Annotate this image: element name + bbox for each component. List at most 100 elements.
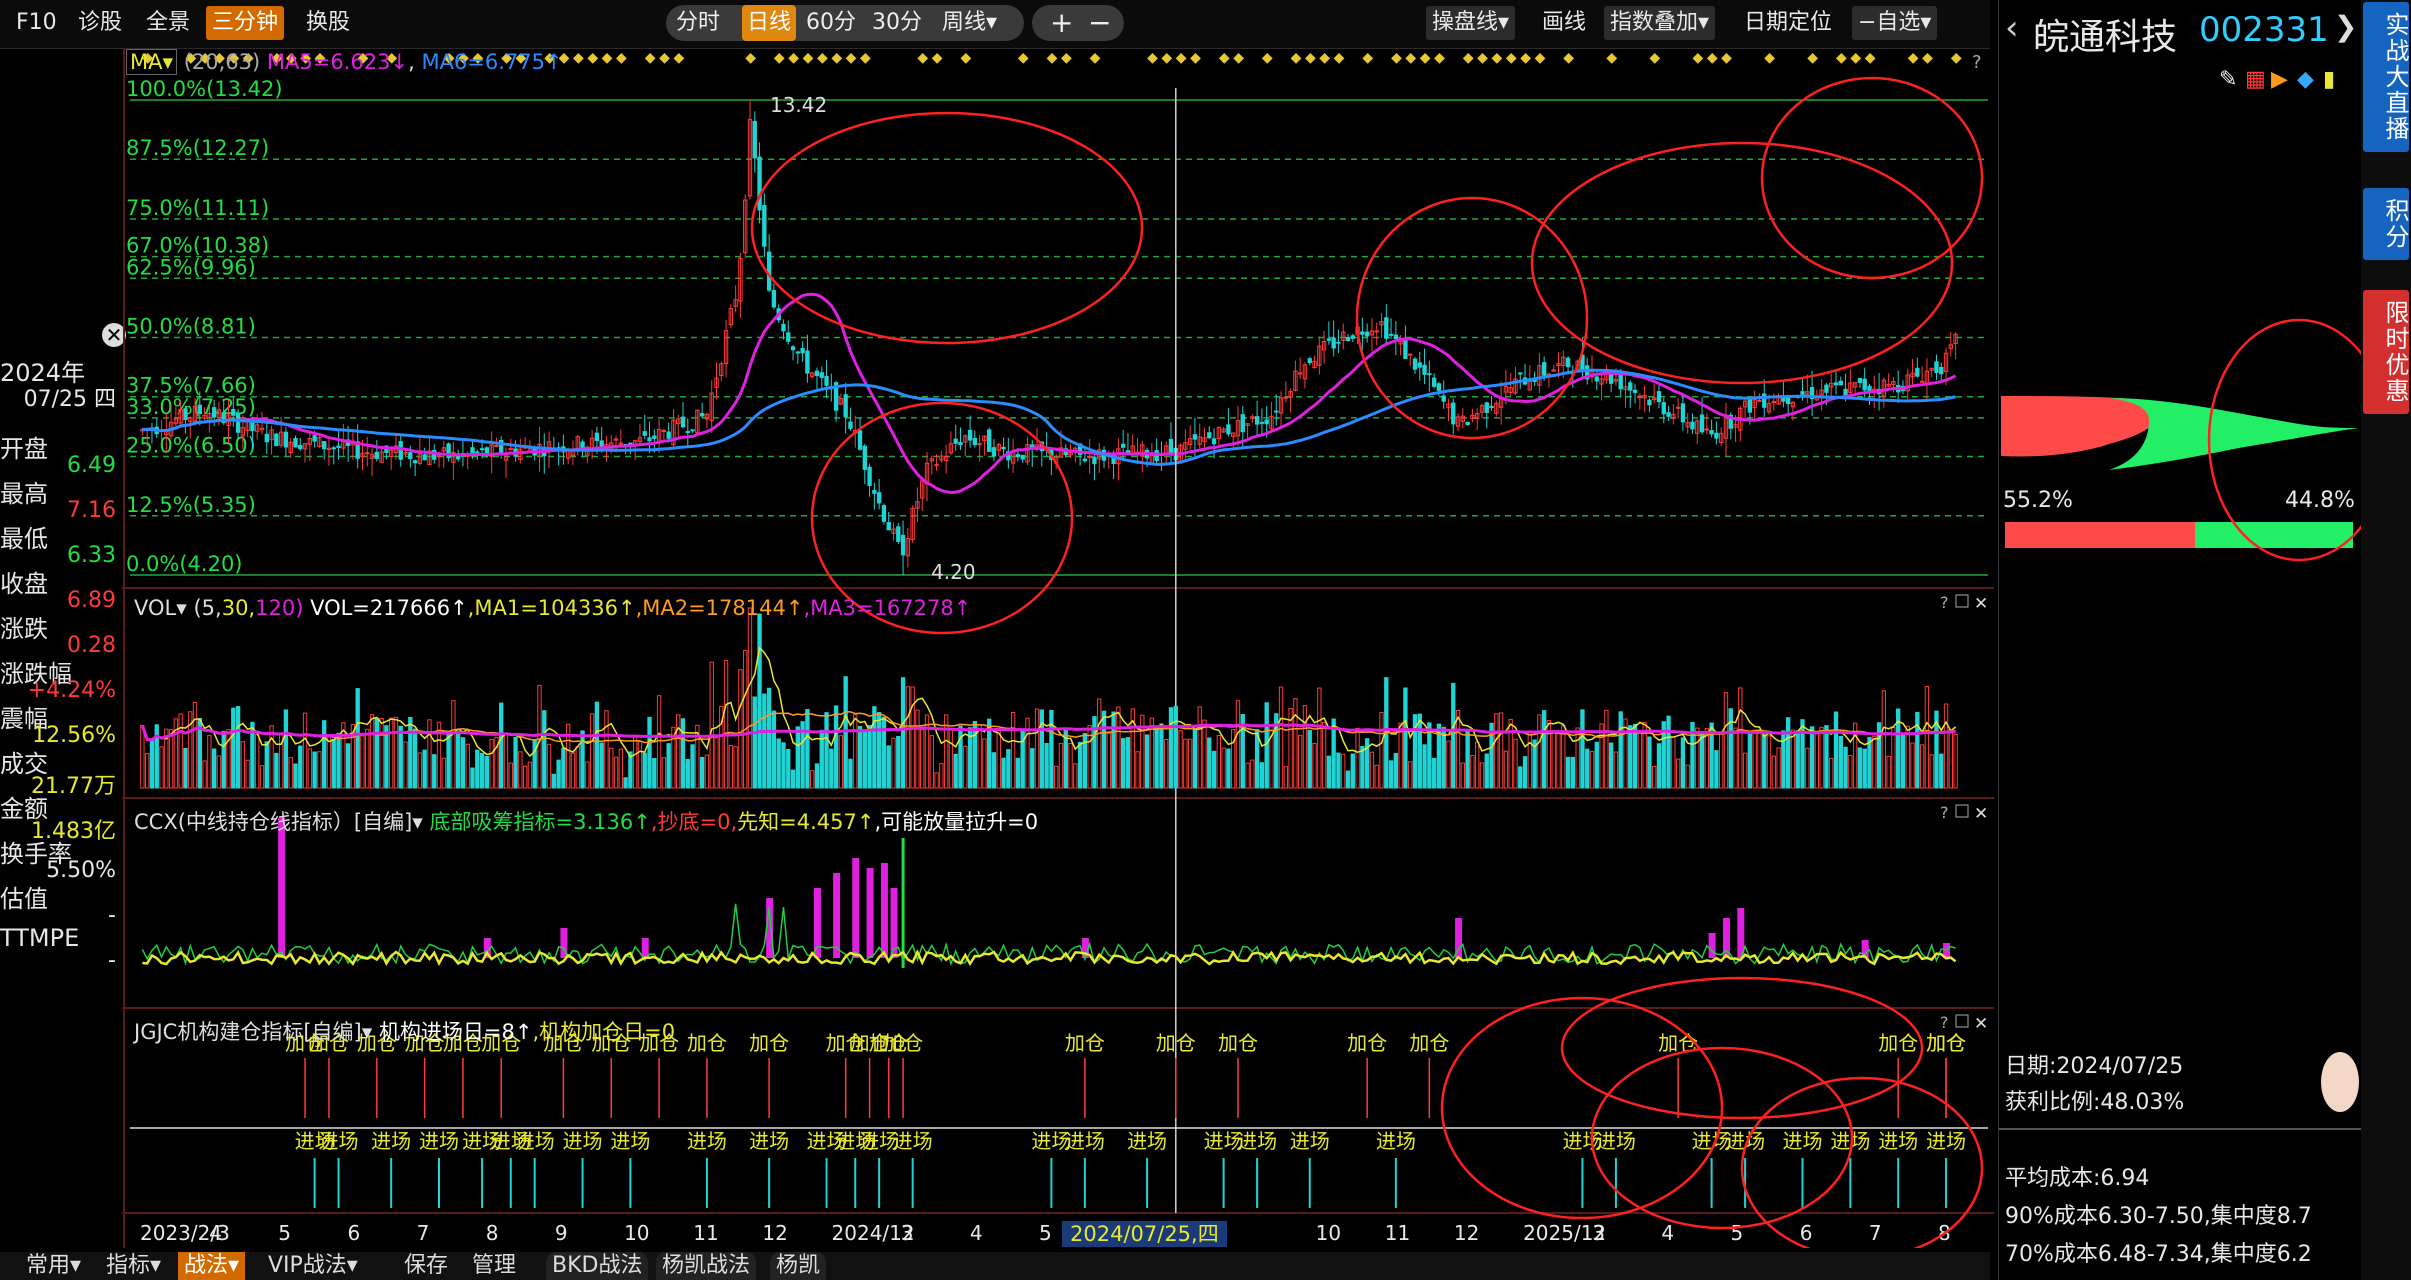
panel-help-icon[interactable]: ?	[1972, 52, 1982, 73]
jgjc-dropdown[interactable]: JGJC机构建仓指标[自编]▾	[134, 1020, 372, 1044]
volume-bar	[771, 710, 777, 789]
volume-bar	[1943, 703, 1949, 789]
volume-bar	[1881, 690, 1887, 789]
candle	[594, 432, 600, 442]
tab-yangkai[interactable]: 杨凯	[770, 1252, 827, 1280]
volume-bar	[1848, 755, 1853, 789]
volume-bar	[274, 752, 279, 789]
f10-button[interactable]: F10	[10, 6, 63, 40]
jgjc-enter-label: 进场	[1127, 1129, 1167, 1153]
index-overlay-dropdown[interactable]: 指数叠加▾	[1604, 6, 1716, 40]
info-label: TTMPE	[0, 924, 80, 952]
tab-intraday[interactable]: 分时	[676, 5, 740, 41]
collapse-icon[interactable]: ❯	[2334, 10, 2357, 43]
signal-diamond: ◆	[1951, 50, 1962, 66]
volume-bar	[479, 752, 485, 789]
info-label: 最低	[0, 525, 48, 553]
volume-bar	[632, 735, 638, 789]
jgjc-enter-label: 进场	[687, 1129, 727, 1153]
tab-weekly[interactable]: 周线▾	[942, 5, 1022, 41]
volume-bar	[1647, 736, 1652, 789]
price-panel-header: MA▾ (20,63) MA5=6.623↓, MA6=6.775↑	[126, 49, 563, 75]
candle	[886, 522, 891, 531]
candle	[1843, 388, 1848, 396]
candle	[896, 526, 901, 542]
signal-diamond: ◆	[1291, 50, 1302, 66]
volume-bar	[666, 743, 671, 789]
points-button[interactable]: 积分	[2363, 188, 2409, 260]
volume-bar	[1785, 717, 1791, 789]
volume-bar	[1393, 752, 1399, 789]
volume-bar	[192, 702, 198, 789]
jgjc-enter-label: 进场	[1290, 1129, 1330, 1153]
tab-yangkai-strategy[interactable]: 杨凯战法	[656, 1252, 757, 1280]
volume-bar	[1843, 746, 1848, 789]
volume-bar	[312, 751, 317, 789]
vol-dropdown[interactable]: VOL▾	[134, 596, 187, 620]
volume-bar	[1073, 763, 1078, 789]
signal-diamond: ◆	[1606, 50, 1617, 66]
signal-diamond: ◆	[1922, 50, 1933, 66]
watchlist-dropdown[interactable]: −自选▾	[1852, 6, 1938, 40]
date-locate-button[interactable]: 日期定位	[1738, 6, 1838, 40]
signal-diamond: ◆	[932, 50, 943, 66]
info-value: -	[108, 903, 116, 928]
tab-manage[interactable]: 管理	[466, 1252, 522, 1280]
volume-bar	[302, 712, 308, 789]
back-icon[interactable]: ‹	[2005, 8, 2019, 48]
zoom-out-button[interactable]: −	[1088, 5, 1111, 41]
volume-bar	[1446, 740, 1451, 789]
volume-bar	[1470, 754, 1475, 789]
zoom-in-button[interactable]: +	[1050, 5, 1073, 41]
overview-button[interactable]: 全景	[140, 6, 196, 40]
fib-label: 0.0%(4.20)	[126, 552, 243, 576]
chart-area[interactable]: 100.0%(13.42) 87.5%(12.27) 75.0%(11.11) 67.…	[82, 48, 1994, 1260]
candle	[1489, 405, 1494, 409]
tab-vip-strategy[interactable]: VIP战法▾	[262, 1252, 364, 1280]
volume-bar	[503, 732, 509, 789]
volume-bar	[1097, 698, 1102, 789]
switch-stock-button[interactable]: 换股	[300, 6, 356, 40]
volume-bar	[776, 738, 781, 789]
draw-line-button[interactable]: 画线	[1536, 6, 1592, 40]
volume-bar	[723, 659, 729, 789]
candle	[972, 438, 978, 446]
volume-bar	[709, 661, 714, 789]
tab-daily[interactable]: 日线	[742, 5, 796, 41]
volume-bar	[1766, 735, 1772, 789]
volume-bar	[900, 677, 906, 789]
ccx-accumulation-bar	[833, 873, 841, 958]
ccx-dropdown[interactable]: CCX(中线持仓线指标）[自编]▾	[134, 810, 423, 834]
live-stream-button[interactable]: 实战大直播	[2363, 2, 2409, 152]
ma-dropdown[interactable]: MA▾	[126, 49, 178, 75]
volume-bar	[259, 765, 265, 789]
info-value: 7.16	[67, 498, 116, 523]
volume-bar	[862, 729, 867, 789]
tab-save[interactable]: 保存	[398, 1252, 454, 1280]
diagnose-button[interactable]: 诊股	[72, 6, 128, 40]
assistant-avatar[interactable]	[2321, 1052, 2359, 1112]
tab-60min[interactable]: 60分	[806, 5, 868, 41]
candle	[1690, 421, 1695, 430]
kline-chart[interactable]: 100.0%(13.42) 87.5%(12.27) 75.0%(11.11) 67.…	[82, 48, 1994, 1260]
tab-strategy[interactable]: 战法▾	[178, 1252, 246, 1280]
volume-bar	[1034, 708, 1040, 789]
candle	[1465, 421, 1470, 426]
candle	[795, 351, 801, 354]
candle	[666, 431, 671, 439]
tab-common[interactable]: 常用▾	[20, 1252, 87, 1280]
volume-bar	[1919, 744, 1925, 789]
volume-bar	[1886, 755, 1891, 789]
x-axis-label: 5	[1039, 1221, 1052, 1245]
volume-bar	[1508, 718, 1513, 789]
tab-indicators[interactable]: 指标▾	[100, 1252, 167, 1280]
tab-bkd-strategy[interactable]: BKD战法	[546, 1252, 649, 1280]
volume-bar	[432, 754, 437, 789]
tab-30min[interactable]: 30分	[872, 5, 934, 41]
candle	[235, 414, 241, 433]
candle	[1120, 443, 1126, 448]
limited-offer-button[interactable]: 限时优惠	[2363, 290, 2409, 414]
three-minute-button[interactable]: 三分钟	[206, 6, 285, 40]
trading-line-dropdown[interactable]: 操盘线▾	[1426, 6, 1516, 40]
volume-bar	[661, 757, 667, 789]
